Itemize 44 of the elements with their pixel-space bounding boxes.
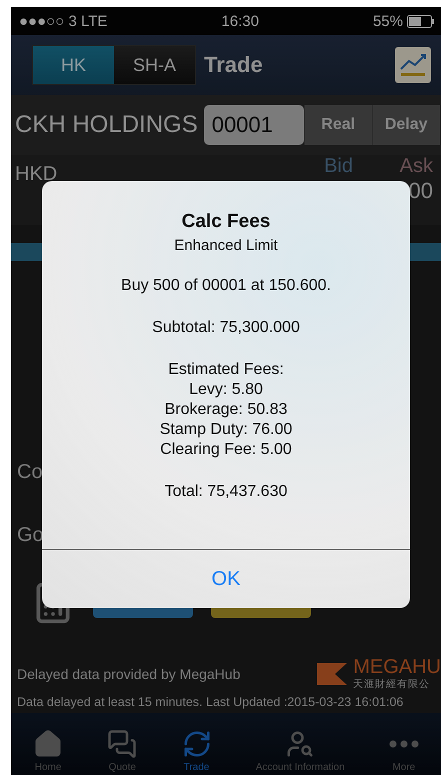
data-provider-note: Delayed data provided by MegaHub xyxy=(17,666,240,682)
fee-line: Stamp Duty: 76.00 xyxy=(160,420,292,440)
update-notice: Data delayed at least 15 minutes. Last Updated :2015-03-23 16:01:06 xyxy=(17,695,404,709)
currency-label: HKD xyxy=(15,163,58,186)
bid-label: Bid xyxy=(324,155,353,178)
data-mode-button[interactable]: Real xyxy=(304,105,372,145)
ok-button[interactable]: OK xyxy=(42,549,410,608)
provider-logo-subtitle: 天滙財經有限公 xyxy=(353,678,432,691)
app-logo-icon[interactable] xyxy=(395,47,431,83)
fee-line: Levy: 5.80 xyxy=(189,380,263,400)
chat-bubbles-icon xyxy=(107,729,138,759)
market-tab[interactable]: HK xyxy=(33,46,114,84)
nav-tab[interactable]: Trade xyxy=(180,729,214,773)
stock-name: CKH HOLDINGS xyxy=(15,111,198,139)
market-tab[interactable]: SH-A xyxy=(114,46,195,84)
nav-tab[interactable]: Account Information xyxy=(254,729,347,773)
battery-percent: 55% xyxy=(372,12,403,30)
dialog-title: Calc Fees xyxy=(182,211,270,233)
order-type: Enhanced Limit xyxy=(174,237,278,254)
nav-tab[interactable]: More xyxy=(386,729,421,773)
fee-line: Clearing Fee: 5.00 xyxy=(160,440,292,460)
nav-tab[interactable]: Quote xyxy=(105,729,140,773)
carrier-signal: ●●●○○ 3 LTE xyxy=(19,12,108,30)
fee-line: Total: 75,437.630 xyxy=(164,482,288,502)
person-magnifier-icon xyxy=(285,729,316,759)
home-icon xyxy=(33,729,64,759)
stock-code-field[interactable]: 00001 xyxy=(204,105,304,145)
form-label: Co xyxy=(17,461,44,484)
fee-line: Buy 500 of 00001 at 150.600. xyxy=(121,276,331,296)
clock: 16:30 xyxy=(221,12,259,30)
provider-logo-text: MEGAHU xyxy=(353,657,441,677)
form-label: Go xyxy=(17,524,45,547)
ask-price: 00 xyxy=(408,178,433,204)
page-title: Trade xyxy=(204,52,264,78)
battery-icon xyxy=(406,14,435,28)
refresh-arrows-icon xyxy=(182,729,212,759)
provider-logo-icon xyxy=(317,663,348,685)
ask-label: Ask xyxy=(400,155,433,178)
fee-line: Estimated Fees: xyxy=(168,360,284,380)
fee-line: Brokerage: 50.83 xyxy=(164,400,288,420)
nav-tab[interactable]: Home xyxy=(31,729,66,773)
more-icon xyxy=(388,740,419,748)
data-mode-button[interactable]: Delay xyxy=(372,105,440,145)
fee-line: Subtotal: 75,300.000 xyxy=(152,318,300,338)
